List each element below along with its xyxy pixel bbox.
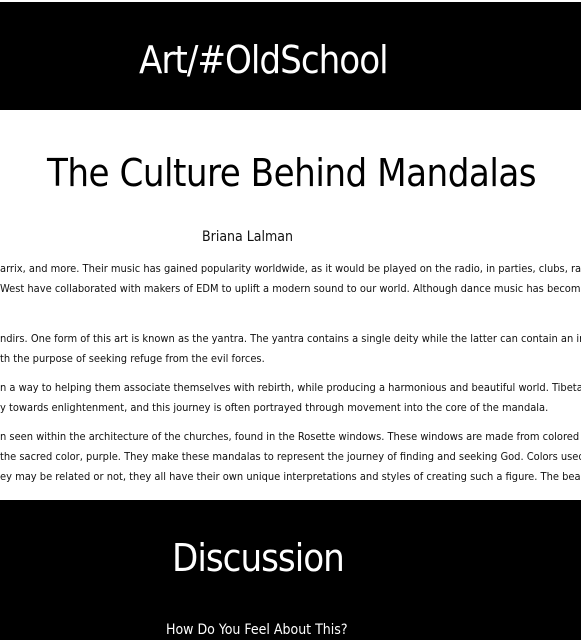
article-author: Briana Lalman xyxy=(202,229,293,245)
article-paragraph: n seen within the architecture of the ch… xyxy=(0,427,581,487)
paragraph-line: the sacred color, purple. They make thes… xyxy=(0,450,581,463)
paragraph-line: West have collaborated with makers of ED… xyxy=(0,282,581,295)
article-paragraph: arrix, and more. Their music has gained … xyxy=(0,259,581,299)
article-paragraph: n a way to helping them associate themse… xyxy=(0,378,581,418)
paragraph-line: ey may be related or not, they all have … xyxy=(0,470,581,483)
article: The Culture Behind Mandalas Briana Lalma… xyxy=(0,110,581,500)
page: Art/#OldSchool The Culture Behind Mandal… xyxy=(0,0,581,640)
article-title: The Culture Behind Mandalas xyxy=(47,151,537,195)
discussion-prompt: How Do You Feel About This? xyxy=(166,622,348,638)
article-paragraph: ndirs. One form of this art is known as … xyxy=(0,329,581,369)
paragraph-line: th the purpose of seeking refuge from th… xyxy=(0,352,265,365)
discussion-section: Discussion How Do You Feel About This? xyxy=(0,500,581,640)
paragraph-line: ndirs. One form of this art is known as … xyxy=(0,332,581,345)
paragraph-line: n seen within the architecture of the ch… xyxy=(0,430,581,443)
site-header: Art/#OldSchool xyxy=(0,2,581,110)
site-title[interactable]: Art/#OldSchool xyxy=(139,38,389,82)
paragraph-line: arrix, and more. Their music has gained … xyxy=(0,262,581,275)
paragraph-line: y towards enlightenment, and this journe… xyxy=(0,401,549,414)
discussion-title: Discussion xyxy=(172,536,345,580)
paragraph-line: n a way to helping them associate themse… xyxy=(0,381,581,394)
